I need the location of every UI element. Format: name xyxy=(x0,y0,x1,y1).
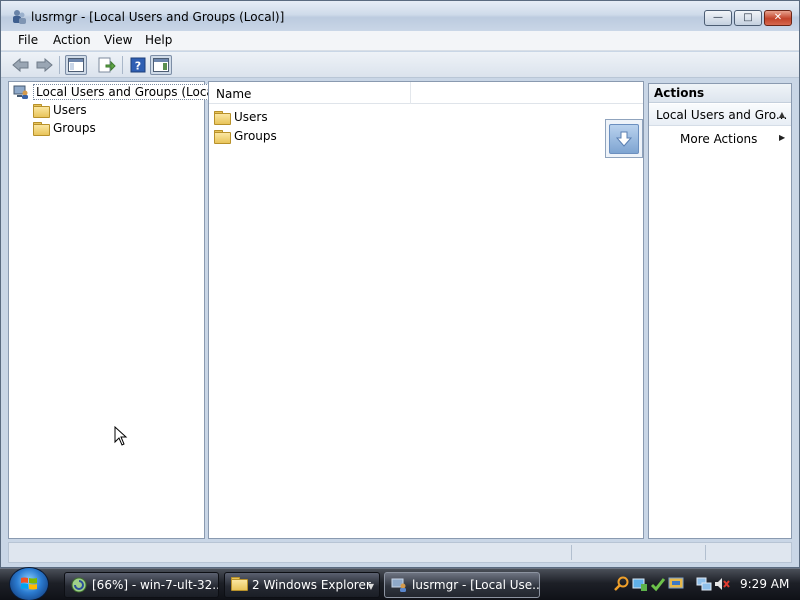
tree-item-label: Local Users and Groups (Local) xyxy=(33,84,225,100)
menu-view[interactable]: View xyxy=(104,33,132,47)
computer-users-icon xyxy=(13,85,28,99)
forward-button[interactable] xyxy=(33,55,55,75)
tree-item-label: Users xyxy=(53,103,87,117)
minimize-button[interactable]: — xyxy=(704,10,732,26)
mouse-cursor-icon xyxy=(114,426,128,446)
close-icon: ✕ xyxy=(773,12,783,23)
tree-item-label: Groups xyxy=(53,121,96,135)
folder-icon xyxy=(214,110,231,125)
lusrmgr-users-icon xyxy=(13,10,26,24)
actions-pane: Actions Local Users and Gro... ▲ More Ac… xyxy=(648,83,792,539)
toolbar: ? xyxy=(1,52,799,78)
list-item-label: Users xyxy=(234,110,268,124)
minimize-icon: — xyxy=(713,12,723,23)
search-icon[interactable] xyxy=(614,576,630,592)
taskbar-button-lusrmgr[interactable]: lusrmgr - [Local Use... xyxy=(384,572,540,598)
menu-action[interactable]: Action xyxy=(53,33,91,47)
window-title: lusrmgr - [Local Users and Groups (Local… xyxy=(31,10,285,24)
export-list-icon xyxy=(98,57,116,73)
scroll-down-overlay-button[interactable] xyxy=(605,119,643,158)
help-button[interactable]: ? xyxy=(127,55,149,75)
toolbar-separator xyxy=(59,56,60,74)
windows-logo-icon xyxy=(21,577,37,590)
taskbar: [66%] - win-7-ult-32... 2 Windows Explor… xyxy=(0,567,800,600)
folder-icon xyxy=(33,121,50,136)
title-bar[interactable]: lusrmgr - [Local Users and Groups (Local… xyxy=(1,1,799,31)
svg-text:?: ? xyxy=(135,60,141,73)
network-connection-icon[interactable] xyxy=(696,576,712,592)
show-hide-action-pane-icon xyxy=(153,58,169,72)
show-hide-console-tree-button[interactable] xyxy=(65,55,87,75)
tree-item-users[interactable]: Users xyxy=(33,101,87,119)
show-hide-action-pane-button[interactable] xyxy=(150,55,172,75)
actions-header: Actions xyxy=(649,84,791,103)
submenu-arrow-icon: ▶ xyxy=(779,133,786,142)
tree-item-root[interactable]: Local Users and Groups (Local) xyxy=(13,83,225,101)
taskbar-button-label: 2 Windows Explorer xyxy=(252,578,371,592)
console-tree-pane[interactable]: Local Users and Groups (Local) Users Gro… xyxy=(8,81,225,539)
status-bar xyxy=(8,542,792,563)
back-button[interactable] xyxy=(10,55,32,75)
list-item-users[interactable]: Users xyxy=(214,108,268,126)
help-icon: ? xyxy=(130,57,146,73)
collapse-caret-icon: ▲ xyxy=(778,110,785,119)
list-item-label: Groups xyxy=(234,129,277,143)
maximize-icon: □ xyxy=(743,12,753,23)
taskbar-button-windows-explorer[interactable]: 2 Windows Explorer ▼ xyxy=(224,572,380,598)
taskbar-button-label: [66%] - win-7-ult-32... xyxy=(92,578,219,592)
results-pane[interactable]: Name Users Groups xyxy=(208,81,644,539)
system-clock[interactable]: 9:29 AM xyxy=(740,577,789,591)
start-button[interactable] xyxy=(9,567,49,600)
actions-section-local-users-groups[interactable]: Local Users and Gro... ▲ xyxy=(649,104,791,126)
forward-icon xyxy=(36,58,53,72)
back-icon xyxy=(12,58,29,72)
vmware-icon xyxy=(71,577,87,593)
lusrmgr-users-icon xyxy=(391,578,406,592)
column-header-name[interactable]: Name xyxy=(209,82,411,104)
status-separator xyxy=(571,545,572,560)
column-header-row: Name xyxy=(209,82,643,104)
menu-bar: File Action View Help xyxy=(1,31,799,51)
network-status-icon[interactable] xyxy=(632,576,648,592)
toolbar-separator xyxy=(122,56,123,74)
show-hide-console-tree-icon xyxy=(68,58,84,72)
down-arrow-icon xyxy=(609,123,639,154)
menu-help[interactable]: Help xyxy=(145,33,172,47)
application-window: lusrmgr - [Local Users and Groups (Local… xyxy=(0,0,800,568)
folder-icon xyxy=(214,129,231,144)
folder-icon xyxy=(33,103,50,118)
folder-icon xyxy=(231,577,248,593)
actions-section-label: Local Users and Gro... xyxy=(656,108,788,122)
maximize-button[interactable]: □ xyxy=(734,10,762,26)
list-item-groups[interactable]: Groups xyxy=(214,127,277,145)
taskbar-button-label: lusrmgr - [Local Use... xyxy=(412,578,540,592)
dropdown-arrow-icon: ▼ xyxy=(367,582,374,591)
volume-muted-icon[interactable] xyxy=(714,576,730,592)
status-separator xyxy=(705,545,706,560)
close-button[interactable]: ✕ xyxy=(764,10,792,26)
taskbar-button-vmware[interactable]: [66%] - win-7-ult-32... xyxy=(64,572,219,598)
display-settings-icon[interactable] xyxy=(668,576,684,592)
tree-item-groups[interactable]: Groups xyxy=(33,119,96,137)
export-list-button[interactable] xyxy=(96,55,118,75)
menu-file[interactable]: File xyxy=(18,33,38,47)
security-check-icon[interactable] xyxy=(650,576,666,592)
more-actions-link[interactable]: More Actions xyxy=(680,132,757,146)
